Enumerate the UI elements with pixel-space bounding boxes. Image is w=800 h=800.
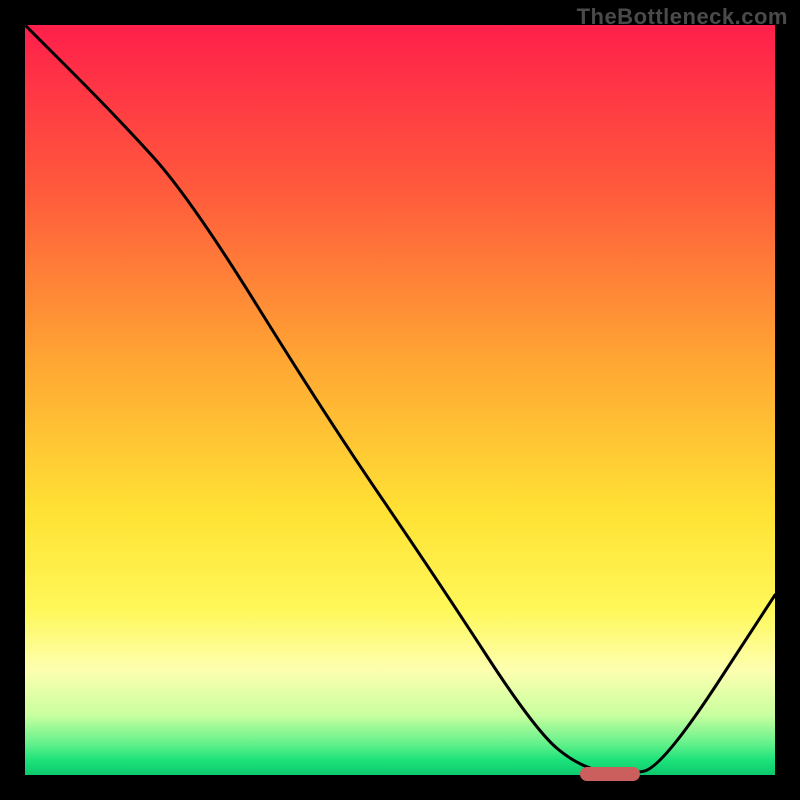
chart-container: TheBottleneck.com — [0, 0, 800, 800]
background-gradient — [25, 25, 775, 775]
